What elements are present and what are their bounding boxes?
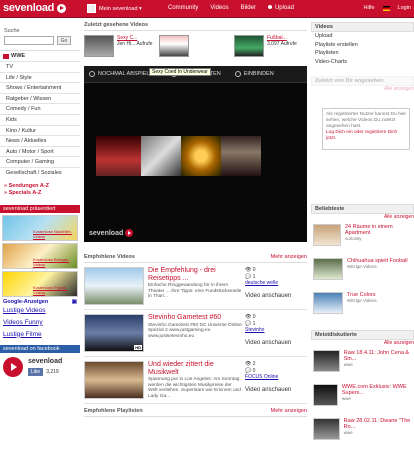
category-item[interactable]: Ratgeber / Wissen bbox=[0, 92, 80, 104]
login-register-link[interactable]: Log Dich ein oder registriere Dich jetzt… bbox=[326, 130, 397, 141]
login-info-box: Als registrierter Nutzer kannst Du hier … bbox=[322, 108, 410, 150]
popular-item[interactable]: 24 Räume in einem Apartment curiosity bbox=[311, 224, 414, 254]
avatar bbox=[87, 4, 96, 13]
ad-banner[interactable]: Kostenlose Biologie-Videos bbox=[2, 242, 78, 269]
discussed-item[interactable]: Raw 28.02.11: Dwane "The Ro... wwe bbox=[311, 418, 414, 448]
search-go-button[interactable]: Go bbox=[57, 36, 71, 45]
video-thumbnail[interactable]: HD bbox=[84, 314, 144, 352]
watch-video-link[interactable]: Video anschauen bbox=[245, 387, 302, 394]
video-row: HD Stevinho Gametest #60 Stevinho Gametes… bbox=[84, 310, 307, 357]
video-title[interactable]: Die Empfehlung - drei Reisetipps ... bbox=[148, 267, 242, 282]
discussed-item[interactable]: Raw 18.4.11: John Cena & Sin... wwe bbox=[311, 350, 414, 380]
google-ads-label[interactable]: Google-Anzeigen bbox=[3, 299, 48, 305]
playlist-header: Empfohlene Playlisten bbox=[84, 408, 143, 414]
playlists-link[interactable]: Playlisten bbox=[315, 49, 414, 58]
recommended-header: Empfohlene Videos bbox=[84, 254, 135, 260]
watch-video-link[interactable]: Video anschauen bbox=[245, 340, 302, 347]
sevenload-fb-logo[interactable] bbox=[3, 356, 23, 377]
category-item[interactable]: Gesellschaft / Soziales bbox=[0, 166, 80, 178]
create-playlist-link[interactable]: Playliste erstellen bbox=[315, 41, 414, 50]
flag-de-icon[interactable] bbox=[382, 5, 390, 11]
ad-banner[interactable]: Kostenlose Physik-Videos bbox=[2, 270, 78, 297]
player-watermark: sevenload bbox=[89, 229, 134, 237]
category-item[interactable]: Computer / Gaming bbox=[0, 156, 80, 167]
sevenload-logo[interactable]: sevenload bbox=[3, 2, 67, 14]
embed-icon bbox=[234, 71, 241, 77]
funny-link[interactable]: Lustige Videos bbox=[0, 305, 80, 317]
category-item[interactable]: Auto / Motor / Sport bbox=[0, 145, 80, 157]
login-link[interactable]: Login bbox=[398, 5, 411, 11]
charts-link[interactable]: Video-Charts bbox=[315, 58, 414, 67]
discussed-item[interactable]: WWE.com Exklusiv: WWE Supers... wwe bbox=[311, 384, 414, 414]
category-list: WWE TV Life / Style Shows / Entertainmen… bbox=[0, 50, 80, 178]
category-item[interactable]: Life / Style bbox=[0, 71, 80, 83]
left-column: Suche Go WWE TV Life / Style Shows / Ent… bbox=[0, 18, 80, 381]
main-nav: Community Videos Bilder Upload bbox=[168, 5, 306, 11]
recent-videos: Sexy C... Jen Hi... Aufrufe Fußbal... 3.09… bbox=[84, 31, 307, 63]
upload-icon bbox=[267, 5, 272, 9]
category-item[interactable]: News / Aktuelles bbox=[0, 135, 80, 146]
specials-link[interactable]: » Specials A-Z bbox=[4, 190, 80, 197]
related-thumbnails[interactable] bbox=[96, 136, 296, 176]
play-logo-icon bbox=[57, 3, 67, 13]
ad-choices-icon[interactable]: ▣ bbox=[72, 299, 77, 305]
recent-header: Zuletzt gesehene Videos bbox=[84, 22, 149, 28]
category-item[interactable]: Comedy / Fun bbox=[0, 103, 80, 114]
facebook-header: sevenload on facebook bbox=[0, 344, 80, 353]
discussed-header: Meistdiskutierte bbox=[311, 330, 414, 340]
funny-link[interactable]: Videos Funny bbox=[0, 317, 80, 329]
search-label: Suche bbox=[4, 28, 20, 34]
ad-banner[interactable]: Kostenlose Nachhilfe-Videos bbox=[2, 214, 78, 241]
wwe-icon bbox=[3, 53, 9, 59]
right-column: Videos Upload Playliste erstellen Playlist… bbox=[311, 18, 414, 448]
help-link[interactable]: Hilfe bbox=[364, 5, 375, 11]
video-thumbnail[interactable] bbox=[84, 361, 144, 399]
like-button[interactable]: Like bbox=[28, 367, 44, 376]
my-sevenload-menu[interactable]: Mein sevenload ▾ bbox=[87, 4, 142, 13]
presents-header: sevenload präsentiert bbox=[0, 204, 80, 213]
popular-more-link[interactable]: Alle anzeigen bbox=[311, 214, 414, 220]
videos-header: Videos bbox=[311, 22, 414, 32]
top-bar: sevenload Mein sevenload ▾ Community Vid… bbox=[0, 0, 414, 18]
like-count: 3,219 bbox=[46, 368, 59, 375]
nav-community[interactable]: Community bbox=[168, 5, 198, 11]
recent-item[interactable]: Sexy C... Jen Hi... Aufrufe bbox=[84, 35, 156, 63]
fb-page-name[interactable]: sevenload bbox=[28, 358, 62, 365]
upload-link[interactable]: Upload bbox=[315, 32, 414, 41]
recent-item[interactable]: Fußbal... 3.097 Aufrufe bbox=[234, 35, 306, 63]
video-row: Und wieder zittert die Musikwelt Spannung… bbox=[84, 357, 307, 404]
nav-bilder[interactable]: Bilder bbox=[241, 5, 256, 11]
tooltip: Sexy Coed In Underwear bbox=[149, 68, 211, 76]
category-item[interactable]: Kino / Kultur bbox=[0, 124, 80, 136]
funny-link[interactable]: Lustige Filme bbox=[0, 329, 80, 341]
recent-item[interactable] bbox=[159, 35, 231, 63]
recommended-more-link[interactable]: Mehr anzeigen bbox=[271, 254, 307, 260]
category-item[interactable]: TV bbox=[0, 61, 80, 72]
watch-video-link[interactable]: Video anschauen bbox=[245, 293, 302, 300]
category-head[interactable]: WWE bbox=[11, 53, 25, 59]
search-input[interactable] bbox=[4, 36, 54, 45]
recently-viewed-header: Zuletzt von Dir angesehen bbox=[311, 76, 414, 86]
video-title[interactable]: Und wieder zittert die Musikwelt bbox=[148, 361, 242, 376]
video-row: Die Empfehlung - drei Reisetipps ... Einf… bbox=[84, 263, 307, 310]
video-title[interactable]: Stevinho Gametest #60 bbox=[148, 314, 242, 322]
nav-upload[interactable]: Upload bbox=[267, 5, 294, 11]
replay-button[interactable]: NOCHMAL ABSPIELEN bbox=[89, 71, 157, 77]
sendungen-link[interactable]: » Sendungen A-Z bbox=[4, 183, 80, 190]
popular-item[interactable]: Chihuahua spielt Fooball Witzige Videos bbox=[311, 258, 414, 288]
nav-videos[interactable]: Videos bbox=[210, 5, 228, 11]
popular-item[interactable]: True Colors Witzige Videos bbox=[311, 292, 414, 322]
category-item[interactable]: Kids bbox=[0, 113, 80, 125]
center-column: Zuletzt gesehene Videos Sexy C... Jen Hi.… bbox=[84, 18, 307, 417]
category-item[interactable]: Shows / Entertainment bbox=[0, 82, 80, 93]
replay-icon bbox=[89, 71, 95, 77]
video-thumbnail[interactable] bbox=[84, 267, 144, 305]
playlist-more-link[interactable]: Mehr anzeigen bbox=[271, 408, 307, 414]
discussed-more-link[interactable]: Alle anzeigen bbox=[311, 340, 414, 346]
popular-header: Beliebteste bbox=[311, 204, 414, 214]
embed-button[interactable]: EINBINDEN bbox=[234, 71, 274, 77]
video-player[interactable]: NOCHMAL ABSPIELEN WEITERLEITEN EINBINDEN… bbox=[84, 66, 307, 242]
